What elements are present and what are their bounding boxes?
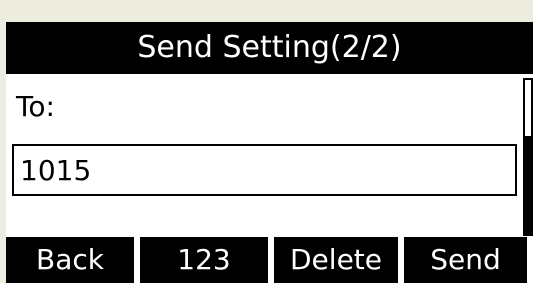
phone-device: Send Setting(2/2) To: 1015 Back 123 Dele…	[0, 0, 533, 283]
recipient-number-value: 1015	[20, 154, 92, 187]
softkey-bar: Back 123 Delete Send	[6, 237, 533, 283]
input-mode-softkey[interactable]: 123	[140, 237, 268, 283]
scrollbar[interactable]	[523, 78, 533, 236]
content-area: To: 1015	[6, 74, 533, 237]
back-softkey[interactable]: Back	[6, 237, 134, 283]
scrollbar-thumb[interactable]	[525, 136, 531, 234]
to-label: To:	[16, 90, 55, 123]
recipient-number-field[interactable]: 1015	[12, 144, 517, 196]
send-softkey[interactable]: Send	[404, 237, 527, 283]
delete-softkey[interactable]: Delete	[274, 237, 398, 283]
page-title: Send Setting(2/2)	[6, 22, 533, 74]
lcd-screen: Send Setting(2/2) To: 1015 Back 123 Dele…	[6, 22, 533, 283]
